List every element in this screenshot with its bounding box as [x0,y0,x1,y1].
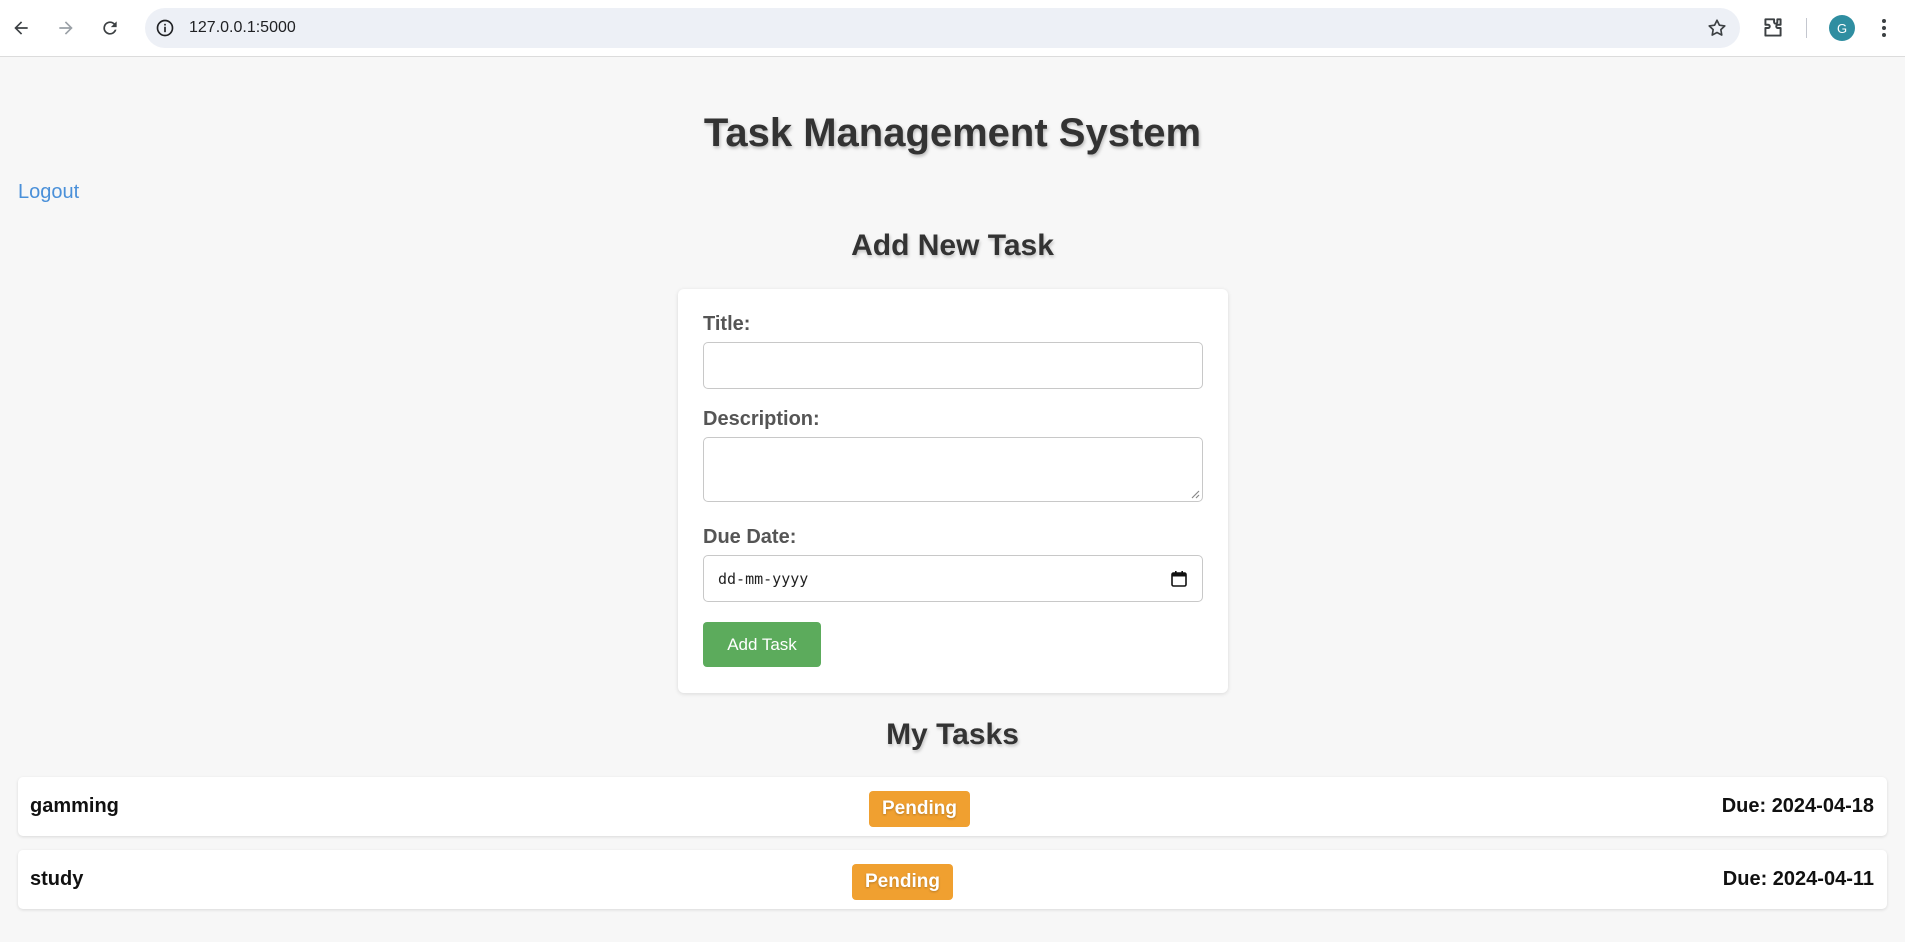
reload-button[interactable] [95,13,125,43]
status-badge: Pending [852,864,953,900]
my-tasks-heading: My Tasks [886,718,1019,751]
title-input[interactable] [703,342,1203,389]
page-title: Task Management System [703,111,1202,155]
address-bar[interactable]: 127.0.0.1:5000 [145,8,1740,48]
add-task-button[interactable]: Add Task [703,622,821,667]
add-task-form: Title: Description: Due Date: dd-mm-yyyy… [678,289,1228,693]
profile-avatar[interactable]: G [1829,15,1855,41]
title-label: Title: [703,313,751,335]
arrow-right-icon [59,21,73,35]
toolbar-divider [1806,18,1807,38]
task-due-date: Due: 2024-04-11 [1722,868,1874,890]
due-date-label: Due Date: [703,526,797,548]
due-date-placeholder: dd-mm-yyyy [718,570,809,588]
task-row[interactable]: study Pending Due: 2024-04-11 [18,850,1887,909]
logout-link[interactable]: Logout [18,181,79,204]
add-task-heading: Add New Task [851,229,1054,262]
status-badge: Pending [869,791,970,827]
task-title: gamming [30,795,119,817]
site-info-icon[interactable] [153,16,177,40]
description-wrapper [678,437,1228,502]
arrow-left-icon [14,21,28,35]
task-title: study [30,868,84,890]
extensions-puzzle-icon[interactable] [1760,15,1786,41]
browser-toolbar: 127.0.0.1:5000 G [0,0,1905,57]
kebab-menu-icon[interactable] [1874,15,1894,41]
task-due-date: Due: 2024-04-18 [1721,795,1874,817]
description-label: Description: [703,408,820,430]
task-row[interactable]: gamming Pending Due: 2024-04-18 [18,777,1887,836]
calendar-icon[interactable] [1170,570,1188,588]
url-text: 127.0.0.1:5000 [189,19,296,36]
description-textarea[interactable] [703,437,1203,502]
back-button[interactable] [6,13,36,43]
reload-icon [103,21,117,35]
resize-grip-icon[interactable] [1190,489,1200,499]
forward-button[interactable] [51,13,81,43]
due-date-input[interactable]: dd-mm-yyyy [703,555,1203,602]
bookmark-star-icon[interactable] [1706,17,1728,39]
